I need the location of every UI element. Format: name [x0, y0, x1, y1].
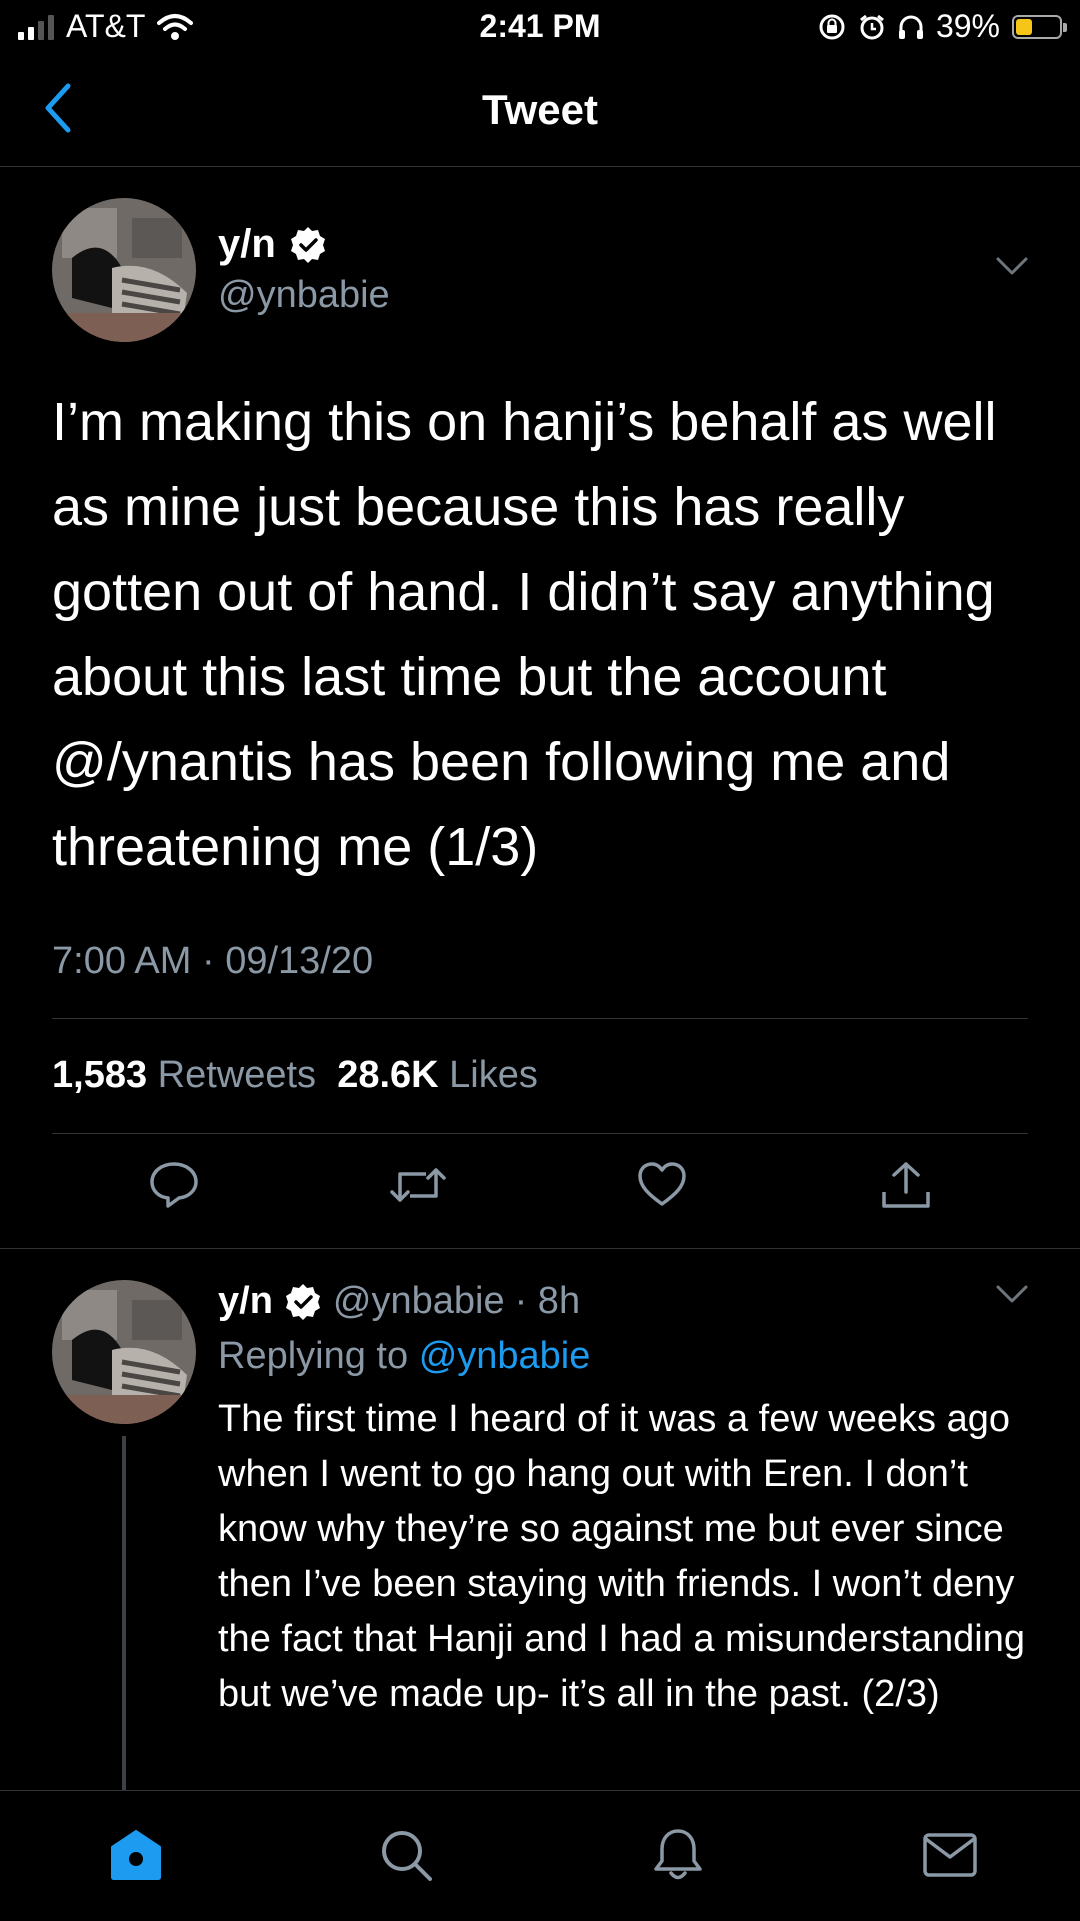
share-icon	[882, 1162, 930, 1208]
heart-icon	[638, 1162, 686, 1206]
replying-to-link[interactable]: @ynbabie	[419, 1335, 591, 1377]
retweet-label: Retweets	[157, 1054, 317, 1096]
chevron-down-icon	[996, 257, 1028, 275]
like-count: 28.6K	[337, 1054, 439, 1096]
retweets-stat[interactable]: 1,583 Retweets	[52, 1054, 316, 1096]
retweet-button[interactable]	[388, 1160, 448, 1210]
tab-search[interactable]	[378, 1827, 434, 1883]
headphones-icon	[898, 15, 923, 39]
reply-display-name[interactable]: y/n	[218, 1280, 273, 1323]
divider	[52, 1018, 1028, 1019]
replying-prefix: Replying to	[218, 1335, 409, 1377]
tab-bar	[0, 1790, 1080, 1921]
tab-home[interactable]	[108, 1827, 164, 1883]
author-name-row[interactable]: y/n	[218, 222, 328, 267]
retweet-count: 1,583	[52, 1054, 148, 1096]
avatar-image	[52, 1280, 196, 1424]
reply-time: · 8h	[514, 1280, 581, 1322]
divider	[0, 1248, 1080, 1249]
tab-messages[interactable]	[922, 1827, 978, 1883]
share-button[interactable]	[880, 1160, 932, 1212]
tweet-stats: 1,583 Retweets 28.6K Likes	[52, 1054, 538, 1097]
mail-icon	[923, 1833, 977, 1877]
like-label: Likes	[449, 1054, 538, 1096]
reply-header: y/n @ynbabie · 8h	[218, 1280, 580, 1323]
bell-icon	[654, 1829, 702, 1880]
reply-text: The first time I heard of it was a few w…	[218, 1398, 1025, 1715]
tweet-actions	[0, 1160, 1080, 1220]
avatar[interactable]	[52, 198, 196, 342]
divider	[52, 1133, 1028, 1134]
page-title: Tweet	[482, 86, 598, 133]
retweet-icon	[390, 1168, 446, 1202]
battery-percent: 39%	[935, 8, 1000, 44]
author-display-name[interactable]: y/n	[218, 222, 276, 267]
tab-notifications[interactable]	[650, 1827, 706, 1883]
replying-to: Replying to @ynbabie	[218, 1335, 590, 1378]
comment-icon	[150, 1162, 198, 1208]
reply-avatar[interactable]	[52, 1280, 196, 1424]
avatar-image	[52, 198, 196, 342]
like-button[interactable]	[636, 1160, 688, 1210]
verified-badge-icon	[290, 226, 325, 263]
reply-handle[interactable]: @ynbabie	[333, 1280, 505, 1323]
more-options-button[interactable]	[996, 256, 1028, 276]
verified-badge-icon	[285, 1283, 320, 1320]
tweet-timestamp[interactable]: 7:00 AM · 09/13/20	[52, 940, 373, 983]
battery-fill	[1016, 18, 1032, 35]
reply-button[interactable]	[148, 1160, 200, 1210]
home-icon	[111, 1830, 161, 1880]
tweet-text: I’m making this on hanji’s behalf as wel…	[52, 392, 997, 877]
alarm-icon	[860, 14, 884, 39]
rotation-lock-icon	[819, 14, 845, 39]
battery-icon	[1012, 14, 1067, 39]
search-icon	[382, 1831, 432, 1881]
author-handle[interactable]: @ynbabie	[218, 274, 390, 317]
likes-stat[interactable]: 28.6K Likes	[337, 1054, 538, 1096]
reply-more-options-button[interactable]	[996, 1284, 1028, 1304]
nav-header: Tweet	[0, 54, 1080, 167]
chevron-down-icon	[996, 1285, 1028, 1303]
thread-line	[122, 1436, 126, 1791]
status-bar: AT&T 2:41 PM 39%	[0, 0, 1080, 54]
status-right: 39%	[818, 8, 1067, 45]
